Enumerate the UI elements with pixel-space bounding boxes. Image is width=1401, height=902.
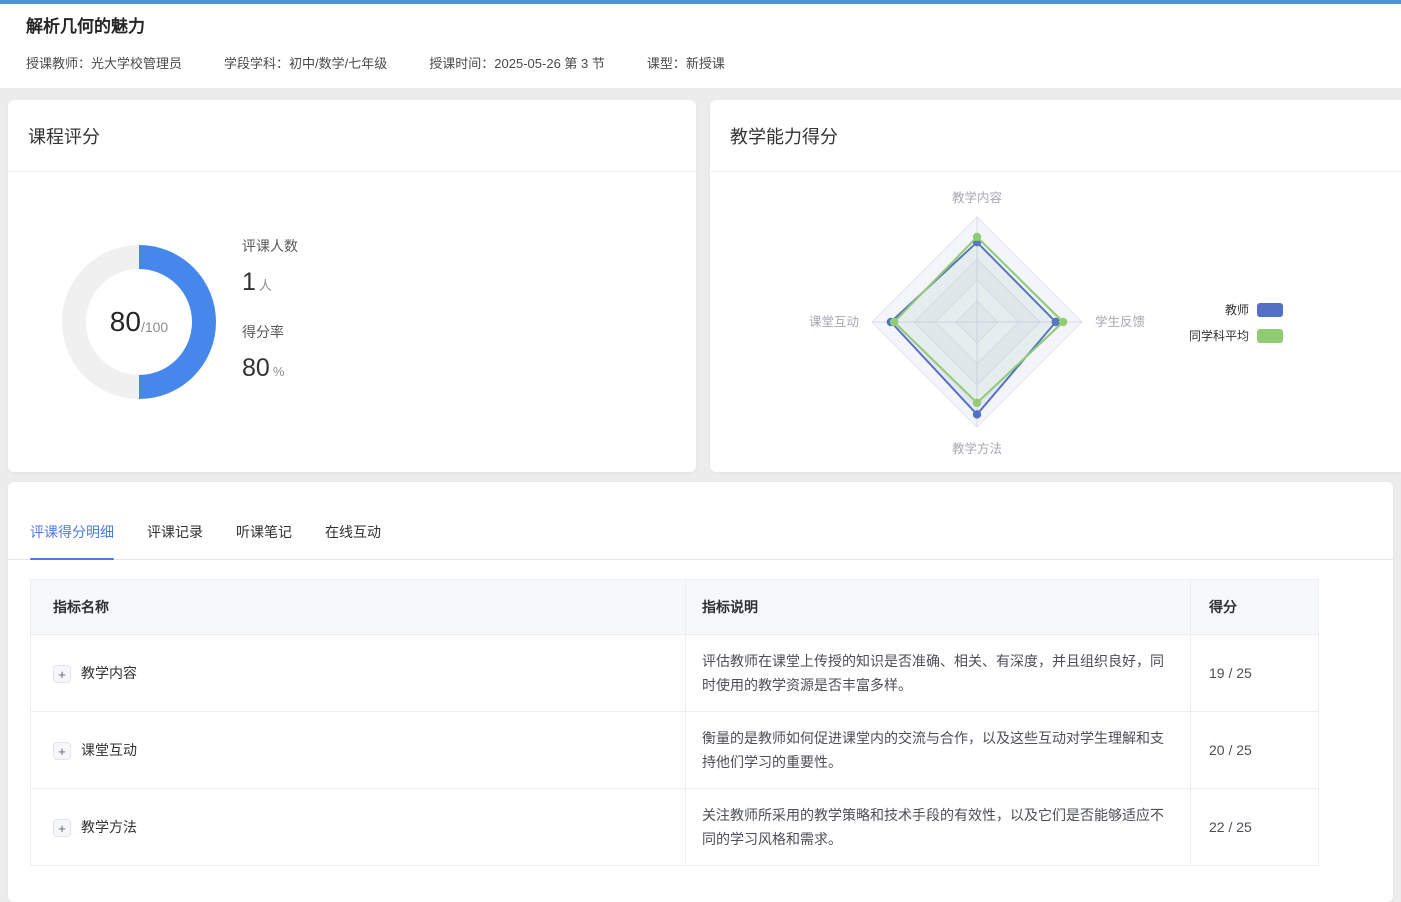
radar-chart: 教学内容学生反馈教学方法 课堂互动: [710, 172, 1401, 471]
meta-teacher: 授课教师：光大学校管理员: [26, 53, 182, 72]
course-evaluation-page: { "header": { "title": "解析几何的魅力", "meta"…: [0, 0, 1401, 832]
indicator-name: 教学内容: [81, 665, 137, 681]
score-donut-chart: 80 /100: [62, 245, 216, 399]
legend-teacher-label: 教师: [1225, 301, 1249, 318]
score-max: /100: [141, 319, 168, 335]
col-header-indicator-desc: 指标说明: [686, 580, 1191, 635]
indicator-score: 20 / 25: [1191, 712, 1319, 789]
svg-text:教学内容: 教学内容: [952, 190, 1002, 205]
meta-time: 授课时间：2025-05-26 第 3 节: [429, 53, 605, 72]
score-stats: 评课人数 1人 得分率 80%: [242, 236, 298, 408]
svg-text:教学方法: 教学方法: [952, 441, 1002, 456]
score-value: 80: [110, 306, 141, 338]
meta-time-label: 授课时间：: [429, 56, 494, 71]
teaching-ability-body: 教学内容学生反馈教学方法 课堂互动 教师 同学科平均: [710, 172, 1401, 471]
indicator-name-cell: + 教学方法: [31, 789, 686, 866]
subject-average-legend-swatch-icon: [1257, 329, 1283, 343]
indicator-table-wrap: 指标名称 指标说明 得分 + 教学内容 评估教师在课堂上传授的知识是否准确、相关、…: [30, 579, 1371, 866]
stat-score-rate: 得分率 80%: [242, 322, 298, 387]
reviewer-count-unit: 人: [259, 278, 272, 293]
table-row: + 课堂互动 衡量的是教师如何促进课堂内的交流与合作，以及这些互动对学生理解和支持…: [31, 712, 1319, 789]
indicator-desc: 评估教师在课堂上传授的知识是否准确、相关、有深度，并且组织良好，同时使用的教学资…: [686, 635, 1191, 712]
svg-text:课堂互动: 课堂互动: [809, 315, 859, 329]
meta-subject-value: 初中/数学/七年级: [289, 56, 387, 71]
indicator-table: 指标名称 指标说明 得分 + 教学内容 评估教师在课堂上传授的知识是否准确、相关、…: [30, 579, 1319, 866]
tab-review-records[interactable]: 评课记录: [147, 522, 203, 559]
expand-row-icon[interactable]: +: [53, 742, 71, 760]
indicator-name-cell: + 课堂互动: [31, 712, 686, 789]
indicator-name-cell: + 教学内容: [31, 635, 686, 712]
indicator-score: 19 / 25: [1191, 635, 1319, 712]
radar-legend: 教师 同学科平均: [1189, 301, 1283, 353]
meta-subject-label: 学段学科：: [224, 56, 289, 71]
expand-row-icon[interactable]: +: [53, 665, 71, 683]
course-meta: 授课教师：光大学校管理员 学段学科：初中/数学/七年级 授课时间：2025-05…: [26, 53, 1375, 72]
tab-listening-notes[interactable]: 听课笔记: [236, 522, 292, 559]
col-header-score: 得分: [1191, 580, 1319, 635]
meta-course-type-label: 课型：: [647, 56, 686, 71]
tab-bar: 评课得分明细 评课记录 听课笔记 在线互动: [8, 482, 1393, 560]
course-header: 解析几何的魅力 授课教师：光大学校管理员 学段学科：初中/数学/七年级 授课时间…: [0, 4, 1401, 88]
course-score-body: 80 /100 评课人数 1人 得分率 80%: [8, 172, 696, 471]
legend-item-subject-average[interactable]: 同学科平均: [1189, 327, 1283, 344]
meta-course-type-value: 新授课: [686, 56, 725, 71]
stat-reviewer-count-value: 1人: [242, 267, 298, 301]
teaching-ability-title: 教学能力得分: [730, 123, 838, 149]
course-score-title: 课程评分: [28, 123, 100, 149]
tab-online-interaction[interactable]: 在线互动: [325, 522, 381, 559]
expand-row-icon[interactable]: +: [53, 819, 71, 837]
stat-score-rate-label: 得分率: [242, 322, 298, 342]
meta-teacher-label: 授课教师：: [26, 56, 91, 71]
reviewer-count-number: 1: [242, 268, 256, 296]
summary-cards-row: 课程评分 80 /100 评课人数 1人 得分率 80%: [8, 100, 1401, 472]
score-donut-label: 80 /100: [62, 245, 216, 399]
meta-subject: 学段学科：初中/数学/七年级: [224, 53, 387, 72]
tab-score-detail[interactable]: 评课得分明细: [30, 522, 114, 559]
legend-item-teacher[interactable]: 教师: [1189, 301, 1283, 318]
col-header-indicator-name: 指标名称: [31, 580, 686, 635]
teaching-ability-card-header: 教学能力得分: [710, 100, 1401, 172]
score-rate-number: 80: [242, 354, 270, 382]
table-header-row: 指标名称 指标说明 得分: [31, 580, 1319, 635]
indicator-name: 课堂互动: [81, 742, 137, 758]
indicator-desc: 关注教师所采用的教学策略和技术手段的有效性，以及它们是否能够适应不同的学习风格和…: [686, 789, 1191, 866]
table-row: + 教学内容 评估教师在课堂上传授的知识是否准确、相关、有深度，并且组织良好，同时…: [31, 635, 1319, 712]
teacher-legend-swatch-icon: [1257, 303, 1283, 317]
table-row: + 教学方法 关注教师所采用的教学策略和技术手段的有效性，以及它们是否能够适应不同…: [31, 789, 1319, 866]
meta-course-type: 课型：新授课: [647, 53, 725, 72]
course-score-card-header: 课程评分: [8, 100, 696, 172]
svg-text:学生反馈: 学生反馈: [1095, 314, 1145, 329]
meta-teacher-value: 光大学校管理员: [91, 56, 182, 71]
stat-reviewer-count-label: 评课人数: [242, 236, 298, 256]
meta-time-value: 2025-05-26 第 3 节: [494, 56, 605, 71]
score-rate-unit: %: [273, 364, 285, 379]
evaluation-detail-card: 评课得分明细 评课记录 听课笔记 在线互动 指标名称 指标说明 得分 + 教学内容…: [8, 482, 1393, 902]
indicator-score: 22 / 25: [1191, 789, 1319, 866]
indicator-desc: 衡量的是教师如何促进课堂内的交流与合作，以及这些互动对学生理解和支持他们学习的重…: [686, 712, 1191, 789]
legend-subject-average-label: 同学科平均: [1189, 327, 1249, 344]
stat-reviewer-count: 评课人数 1人: [242, 236, 298, 301]
stat-score-rate-value: 80%: [242, 353, 298, 387]
course-score-card: 课程评分 80 /100 评课人数 1人 得分率 80%: [8, 100, 696, 472]
teaching-ability-card: 教学能力得分 教学内容学生反馈教学方法 课堂互动 教师 同学科平均: [710, 100, 1401, 472]
indicator-name: 教学方法: [81, 819, 137, 835]
page-title: 解析几何的魅力: [26, 14, 1375, 40]
